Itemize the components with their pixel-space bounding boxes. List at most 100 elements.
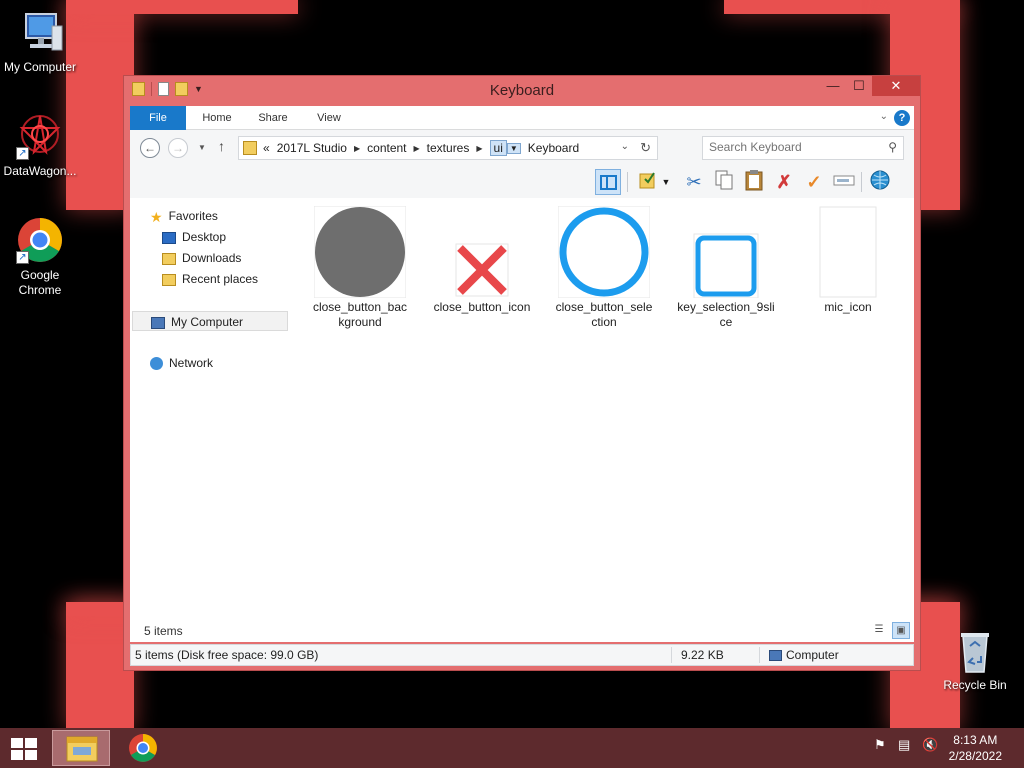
chevron-right-icon[interactable]: ▶ <box>414 144 420 153</box>
search-box[interactable]: ⚲ <box>702 136 904 160</box>
recent-places-icon <box>162 273 176 286</box>
file-item[interactable]: close_button_background <box>310 206 410 330</box>
file-item[interactable]: key_selection_9slice <box>676 206 776 330</box>
nav-my-computer[interactable]: My Computer <box>132 311 288 331</box>
breadcrumb-item[interactable]: 2017L Studio <box>277 141 347 155</box>
breadcrumb-item[interactable]: Keyboard <box>528 141 579 155</box>
chevron-down-icon[interactable]: ▼ <box>659 169 673 195</box>
clock-time: 8:13 AM <box>953 733 998 747</box>
separator <box>759 647 760 663</box>
desktop-icon-my-computer[interactable]: My Computer <box>0 8 80 75</box>
file-name: close_button_selection <box>555 300 653 329</box>
select-button[interactable]: ✓ <box>801 169 827 195</box>
back-button[interactable]: ← <box>140 138 160 158</box>
globe-button[interactable] <box>867 169 893 195</box>
wallpaper-shape <box>66 0 298 14</box>
action-center-flag-icon[interactable]: ⚑ <box>874 737 886 753</box>
file-item[interactable]: mic_icon <box>798 206 898 315</box>
help-icon[interactable]: ? <box>894 110 910 126</box>
volume-muted-icon[interactable]: 🔇 <box>922 737 938 753</box>
desktop-icon-datawagon[interactable]: ↗ DataWagon... <box>0 112 80 179</box>
chevron-down-icon[interactable]: ▼ <box>506 142 521 154</box>
large-icons-view-button[interactable]: ▣ <box>892 622 910 639</box>
breadcrumb: « 2017L Studio ▶ content ▶ textures ▶ ui… <box>263 137 579 159</box>
chrome-icon: ↗ <box>16 216 64 264</box>
nav-desktop[interactable]: Desktop <box>162 227 226 247</box>
tab-view[interactable]: View <box>302 106 356 130</box>
folder-check-icon <box>639 172 655 189</box>
separator <box>861 172 862 192</box>
recycle-bin-icon <box>951 630 999 674</box>
nav-label: Desktop <box>182 230 227 244</box>
system-clock[interactable]: 8:13 AM 2/28/2022 <box>949 732 1002 764</box>
preview-pane-button[interactable] <box>595 169 621 195</box>
preview-pane-icon <box>600 175 617 190</box>
nav-label: Favorites <box>168 209 218 223</box>
navigation-bar: ← → ▼ ↑ « 2017L Studio ▶ content ▶ textu… <box>130 130 914 166</box>
address-bar[interactable]: « 2017L Studio ▶ content ▶ textures ▶ ui… <box>238 136 658 160</box>
forward-button[interactable]: → <box>168 138 188 158</box>
network-status-icon[interactable]: ▤ <box>898 737 910 753</box>
status-location-label: Computer <box>786 648 839 662</box>
gray-circle-thumbnail <box>314 206 406 298</box>
nav-label: Downloads <box>182 251 242 265</box>
cut-button[interactable]: ✂ <box>681 169 707 195</box>
start-button[interactable] <box>10 737 38 760</box>
status-bar: 5 items (Disk free space: 99.0 GB) 9.22 … <box>130 644 914 666</box>
tab-home[interactable]: Home <box>190 106 244 130</box>
minimize-button[interactable]: — <box>820 76 846 96</box>
desktop-icon-label: Google Chrome <box>18 268 62 297</box>
taskbar: ⚑ ▤ 🔇 8:13 AM 2/28/2022 <box>0 728 1024 768</box>
shortcut-arrow-icon: ↗ <box>16 251 29 264</box>
rename-icon <box>833 175 855 186</box>
desktop-icon-label: DataWagon... <box>3 164 77 178</box>
nav-favorites[interactable]: ★ Favorites <box>150 206 218 226</box>
search-input[interactable] <box>709 140 879 154</box>
breadcrumb-item[interactable]: textures <box>427 141 470 155</box>
tab-file[interactable]: File <box>130 106 186 130</box>
clipboard-icon <box>745 170 763 191</box>
recent-locations-icon[interactable]: ▼ <box>198 143 206 152</box>
breadcrumb-item-active[interactable]: ui <box>489 140 507 156</box>
breadcrumb-overflow[interactable]: « <box>263 141 270 155</box>
chevron-right-icon[interactable]: ▶ <box>354 144 360 153</box>
refresh-icon[interactable]: ↻ <box>640 140 651 156</box>
explorer-window: ▼ Keyboard — ☐ ✕ File Home Share View ⌄ … <box>123 75 921 671</box>
file-item[interactable]: close_button_icon <box>432 206 532 315</box>
expand-ribbon-icon[interactable]: ⌄ <box>880 111 888 122</box>
file-name: key_selection_9slice <box>677 300 775 329</box>
toolbar: ▼ ✂ ✗ ✓ <box>130 166 914 198</box>
status-location: Computer <box>769 648 839 662</box>
navigation-pane: ★ Favorites Desktop Downloads Recent plac… <box>130 198 294 642</box>
desktop-icon-label: Recycle Bin <box>943 678 1007 692</box>
rename-button[interactable] <box>831 169 857 195</box>
search-icon[interactable]: ⚲ <box>888 140 897 154</box>
address-history-icon[interactable]: ⌄ <box>621 141 629 152</box>
nav-label: Recent places <box>182 272 259 286</box>
nav-recent-places[interactable]: Recent places <box>162 269 258 289</box>
desktop-icon-chrome[interactable]: ↗ Google Chrome <box>0 216 80 298</box>
nav-downloads[interactable]: Downloads <box>162 248 241 268</box>
paste-button[interactable] <box>741 169 767 195</box>
chevron-right-icon[interactable]: ▶ <box>476 144 482 153</box>
desktop-icon-recycle-bin[interactable]: Recycle Bin <box>935 630 1015 693</box>
delete-button[interactable]: ✗ <box>771 169 797 195</box>
tab-share[interactable]: Share <box>246 106 300 130</box>
network-icon <box>150 357 163 371</box>
chrome-icon <box>129 734 157 762</box>
up-button[interactable]: ↑ <box>218 138 225 154</box>
nav-network[interactable]: Network <box>150 353 213 373</box>
blue-rounded-square-thumbnail <box>680 206 772 298</box>
taskbar-chrome[interactable] <box>114 730 172 766</box>
folder-check-button[interactable] <box>635 169 661 195</box>
breadcrumb-item[interactable]: content <box>367 141 406 155</box>
copy-button[interactable] <box>711 169 737 195</box>
details-view-button[interactable]: ☰ <box>870 622 888 639</box>
close-button[interactable]: ✕ <box>872 76 920 96</box>
taskbar-file-explorer[interactable] <box>52 730 110 766</box>
maximize-button[interactable]: ☐ <box>846 76 872 96</box>
file-item[interactable]: close_button_selection <box>554 206 654 330</box>
file-name: close_button_icon <box>433 300 531 314</box>
title-bar[interactable]: ▼ Keyboard — ☐ ✕ <box>124 76 920 104</box>
scissors-icon: ✂ <box>686 172 702 192</box>
